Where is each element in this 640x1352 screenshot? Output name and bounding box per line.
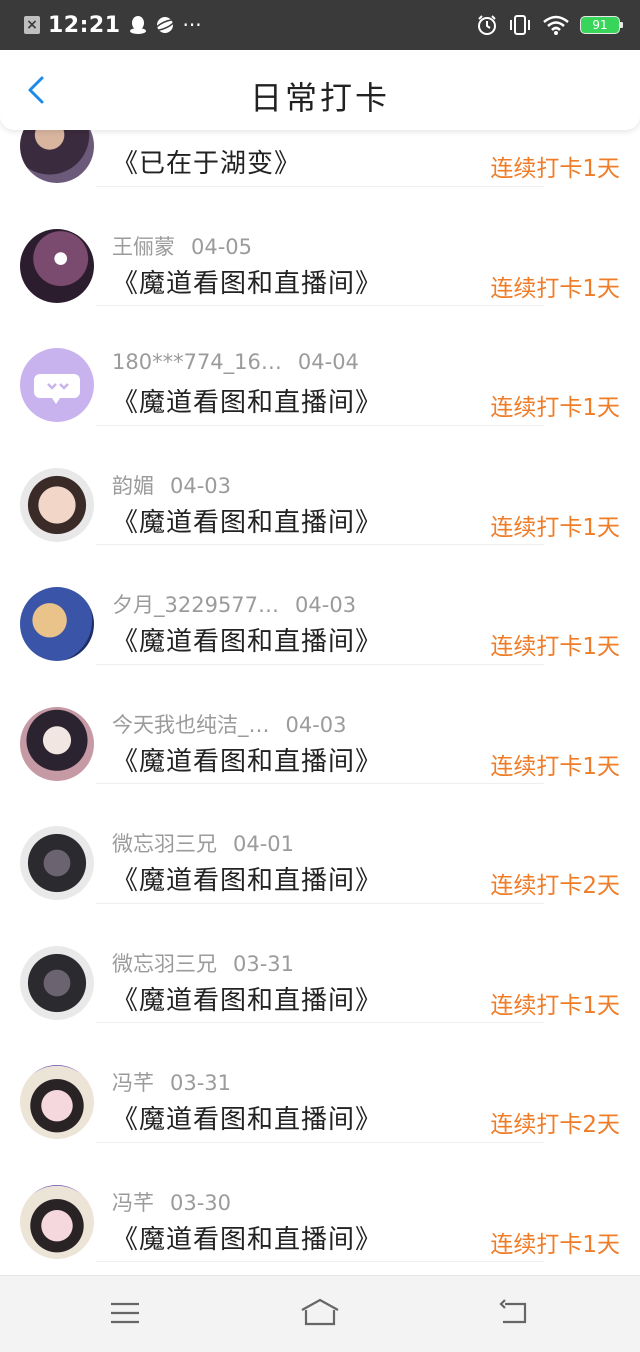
room-title[interactable]: 《魔道看图和直播间》: [112, 980, 382, 1017]
user-meta: [112, 130, 128, 135]
checkin-row[interactable]: 180***774_16… 04-04 《魔道看图和直播间》 连续打卡1天: [0, 306, 640, 426]
page-header: 日常打卡: [0, 50, 640, 130]
avatar[interactable]: [20, 228, 94, 303]
streak-label: 连续打卡1天: [490, 275, 620, 302]
user-meta: 韵媚 04-03: [112, 470, 231, 500]
user-name[interactable]: 今天我也纯洁_…: [112, 713, 270, 737]
user-meta: 微忘羽三兄 03-31: [112, 948, 294, 978]
user-meta: 今天我也纯洁_… 04-03: [112, 709, 347, 739]
checkin-row[interactable]: 《已在于湖变》 连续打卡1天: [0, 130, 640, 187]
checkin-date: 04-03: [170, 473, 232, 498]
streak-label: 连续打卡1天: [490, 395, 620, 421]
clock: 12:21: [48, 12, 121, 38]
vibrate-icon: [510, 15, 530, 35]
user-name[interactable]: 王俪蒙: [112, 235, 175, 259]
system-nav-bar: [0, 1275, 640, 1352]
user-name[interactable]: 韵媚: [112, 474, 154, 498]
checkin-row[interactable]: 韵媚 04-03 《魔道看图和直播间》 连续打卡1天: [0, 426, 640, 545]
avatar[interactable]: [20, 706, 94, 781]
checkin-list-inner: 《已在于湖变》 连续打卡1天 王俪蒙 04-05 《魔道看图和直播间》 连续打卡1天 180…: [0, 130, 640, 1275]
checkin-row[interactable]: 王俪蒙 04-05 《魔道看图和直播间》 连续打卡1天: [0, 187, 640, 306]
checkin-row[interactable]: 圣情似水依替03-30: [0, 1262, 640, 1275]
checkin-date: 04-01: [233, 832, 295, 856]
checkin-list[interactable]: 《已在于湖变》 连续打卡1天 王俪蒙 04-05 《魔道看图和直播间》 连续打卡1天 180…: [0, 130, 640, 1275]
room-title[interactable]: 《魔道看图和直播间》: [112, 1099, 382, 1136]
status-left: × 12:21 ···: [24, 0, 202, 50]
more-notifications: ···: [182, 13, 202, 37]
streak-label: 连续打卡1天: [490, 1231, 620, 1258]
streak-label: 连续打卡1天: [490, 753, 620, 780]
user-meta: 180***774_16… 04-04: [112, 350, 359, 374]
room-title[interactable]: 《魔道看图和直播间》: [112, 263, 382, 300]
checkin-date: 03-31: [233, 951, 295, 976]
user-name[interactable]: 夕月_3229577…: [112, 593, 279, 617]
user-name[interactable]: 冯芊: [112, 1071, 154, 1095]
streak-label: 连续打卡1天: [490, 156, 620, 182]
battery-icon: 91: [580, 16, 623, 34]
avatar[interactable]: [20, 1065, 94, 1139]
browser-icon: [154, 17, 175, 33]
notification-box-icon: ×: [24, 16, 40, 34]
user-name[interactable]: 微忘羽三兄: [112, 832, 217, 856]
checkin-date: 04-05: [191, 234, 253, 259]
checkin-row[interactable]: 今天我也纯洁_… 04-03 《魔道看图和直播间》 连续打卡1天: [0, 665, 640, 784]
room-title[interactable]: 《魔道看图和直播间》: [112, 1219, 382, 1256]
status-right: 91: [476, 0, 623, 50]
checkin-date: 03-30: [170, 1190, 232, 1215]
checkin-date: 03-31: [170, 1071, 232, 1095]
user-meta: 王俪蒙 04-05: [112, 231, 252, 261]
user-meta: 夕月_3229577… 04-03: [112, 589, 356, 619]
avatar[interactable]: [20, 130, 94, 183]
user-name[interactable]: 微忘羽三兄: [112, 952, 217, 976]
checkin-date: 04-03: [285, 712, 347, 737]
avatar[interactable]: [20, 467, 94, 542]
streak-label: 连续打卡1天: [490, 514, 620, 541]
alarm-icon: [478, 15, 496, 35]
streak-label: 连续打卡2天: [490, 1112, 620, 1138]
return-icon[interactable]: [495, 1296, 535, 1330]
qq-icon: [129, 16, 146, 34]
avatar[interactable]: [20, 348, 94, 422]
user-meta: 微忘羽三兄 04-01: [112, 828, 294, 858]
avatar[interactable]: [20, 587, 94, 661]
streak-label: 连续打卡2天: [490, 873, 620, 899]
room-title[interactable]: 《魔道看图和直播间》: [112, 741, 382, 778]
room-title[interactable]: 《魔道看图和直播间》: [112, 621, 382, 658]
chat-bubble-icon: [34, 374, 80, 404]
avatar[interactable]: [20, 945, 94, 1020]
user-meta: 冯芊 03-30: [112, 1187, 231, 1217]
wifi-icon: [543, 15, 569, 35]
room-title[interactable]: 《魔道看图和直播间》: [112, 502, 382, 539]
checkin-row[interactable]: 冯芊 03-31 《魔道看图和直播间》 连续打卡2天: [0, 1023, 640, 1143]
page-title: 日常打卡: [249, 79, 390, 117]
checkin-date: 04-03: [295, 593, 357, 617]
room-title[interactable]: 《魔道看图和直播间》: [112, 382, 382, 419]
checkin-row[interactable]: 微忘羽三兄 03-31 《魔道看图和直播间》 连续打卡1天: [0, 904, 640, 1023]
checkin-row[interactable]: 冯芊 03-30 《魔道看图和直播间》 连续打卡1天: [0, 1143, 640, 1262]
home-icon[interactable]: [298, 1296, 342, 1330]
room-title[interactable]: 《已在于湖变》: [112, 143, 301, 180]
status-bar: × 12:21 ··· 91: [0, 0, 640, 50]
avatar[interactable]: [20, 826, 94, 900]
streak-label: 连续打卡1天: [490, 992, 620, 1019]
menu-icon[interactable]: [105, 1296, 145, 1330]
room-title[interactable]: 《魔道看图和直播间》: [112, 860, 382, 897]
user-name[interactable]: 180***774_16…: [112, 350, 282, 374]
checkin-row[interactable]: 微忘羽三兄 04-01 《魔道看图和直播间》 连续打卡2天: [0, 784, 640, 904]
avatar[interactable]: [20, 1184, 94, 1259]
streak-label: 连续打卡1天: [490, 634, 620, 660]
user-meta: 冯芊 03-31: [112, 1067, 231, 1097]
user-name[interactable]: 冯芊: [112, 1191, 154, 1215]
checkin-row[interactable]: 夕月_3229577… 04-03 《魔道看图和直播间》 连续打卡1天: [0, 545, 640, 665]
checkin-date: 04-04: [297, 350, 359, 374]
